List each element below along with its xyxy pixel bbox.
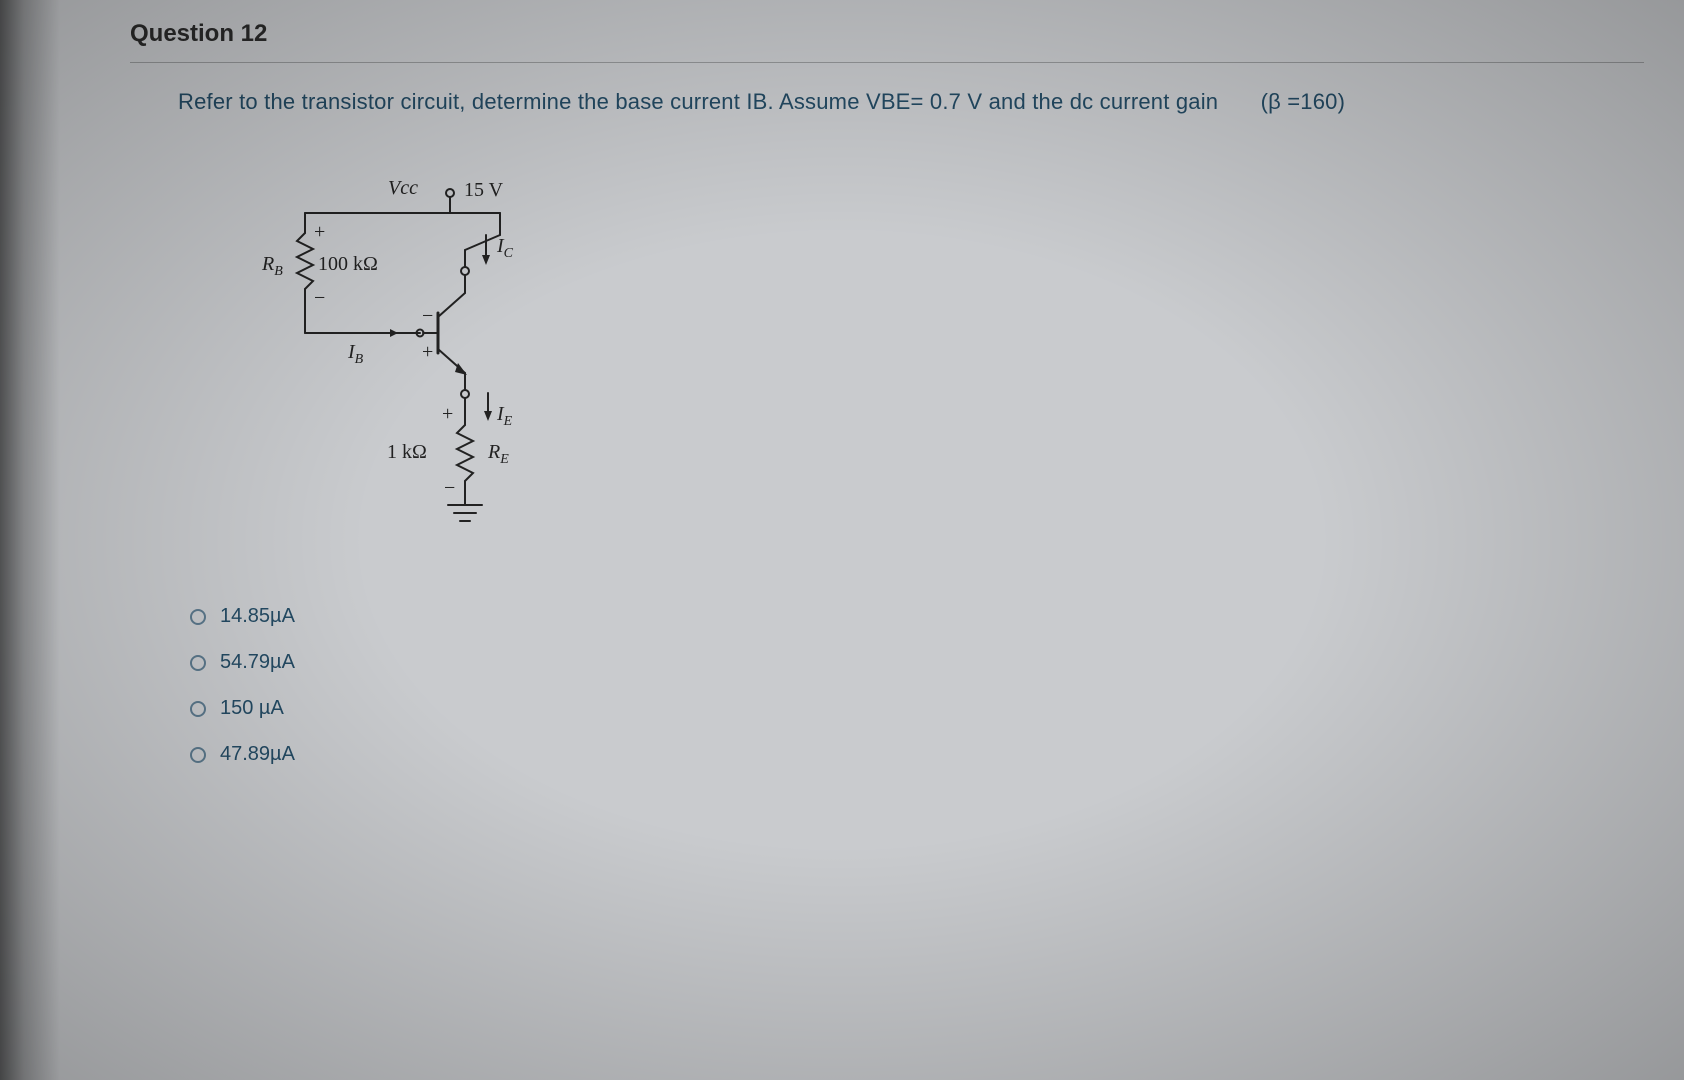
rb-label: RB <box>262 253 283 280</box>
divider <box>130 62 1644 63</box>
option-label: 54.79µA <box>220 651 295 674</box>
ie-label: IE <box>497 403 512 430</box>
screen-left-shadow <box>0 0 60 1080</box>
option-label: 150 µA <box>220 697 284 720</box>
vcc-value: 15 V <box>464 179 503 202</box>
ic-label: IC <box>497 235 513 262</box>
radio-icon <box>190 747 206 763</box>
minus-base: − <box>422 305 433 328</box>
re-value: 1 kΩ <box>387 441 427 464</box>
re-label: RE <box>488 441 509 468</box>
question-number: Question 12 <box>130 20 1644 48</box>
prompt-main: Refer to the transistor circuit, determi… <box>178 89 1218 114</box>
plus-base: + <box>422 341 433 364</box>
question-prompt: Refer to the transistor circuit, determi… <box>178 89 1644 115</box>
circuit-diagram: Vcc 15 V + RB 100 kΩ − IB + − IC + IE 1 … <box>270 175 1644 535</box>
question-card: Question 12 Refer to the transistor circ… <box>100 0 1684 829</box>
plus-rb-top: + <box>314 221 325 244</box>
radio-icon <box>190 701 206 717</box>
option-d[interactable]: 47.89µA <box>190 743 1644 766</box>
vcc-label: Vcc <box>388 177 418 200</box>
minus-re-bottom: − <box>444 477 455 500</box>
rb-value: 100 kΩ <box>318 253 378 276</box>
ib-label: IB <box>348 341 363 368</box>
prompt-beta: (β =160) <box>1261 89 1346 114</box>
option-label: 14.85µA <box>220 605 295 628</box>
radio-icon <box>190 609 206 625</box>
radio-icon <box>190 655 206 671</box>
option-label: 47.89µA <box>220 743 295 766</box>
option-b[interactable]: 54.79µA <box>190 651 1644 674</box>
answer-options: 14.85µA 54.79µA 150 µA 47.89µA <box>190 605 1644 766</box>
option-c[interactable]: 150 µA <box>190 697 1644 720</box>
option-a[interactable]: 14.85µA <box>190 605 1644 628</box>
minus-rb-bottom: − <box>314 287 325 310</box>
plus-re-top: + <box>442 403 453 426</box>
